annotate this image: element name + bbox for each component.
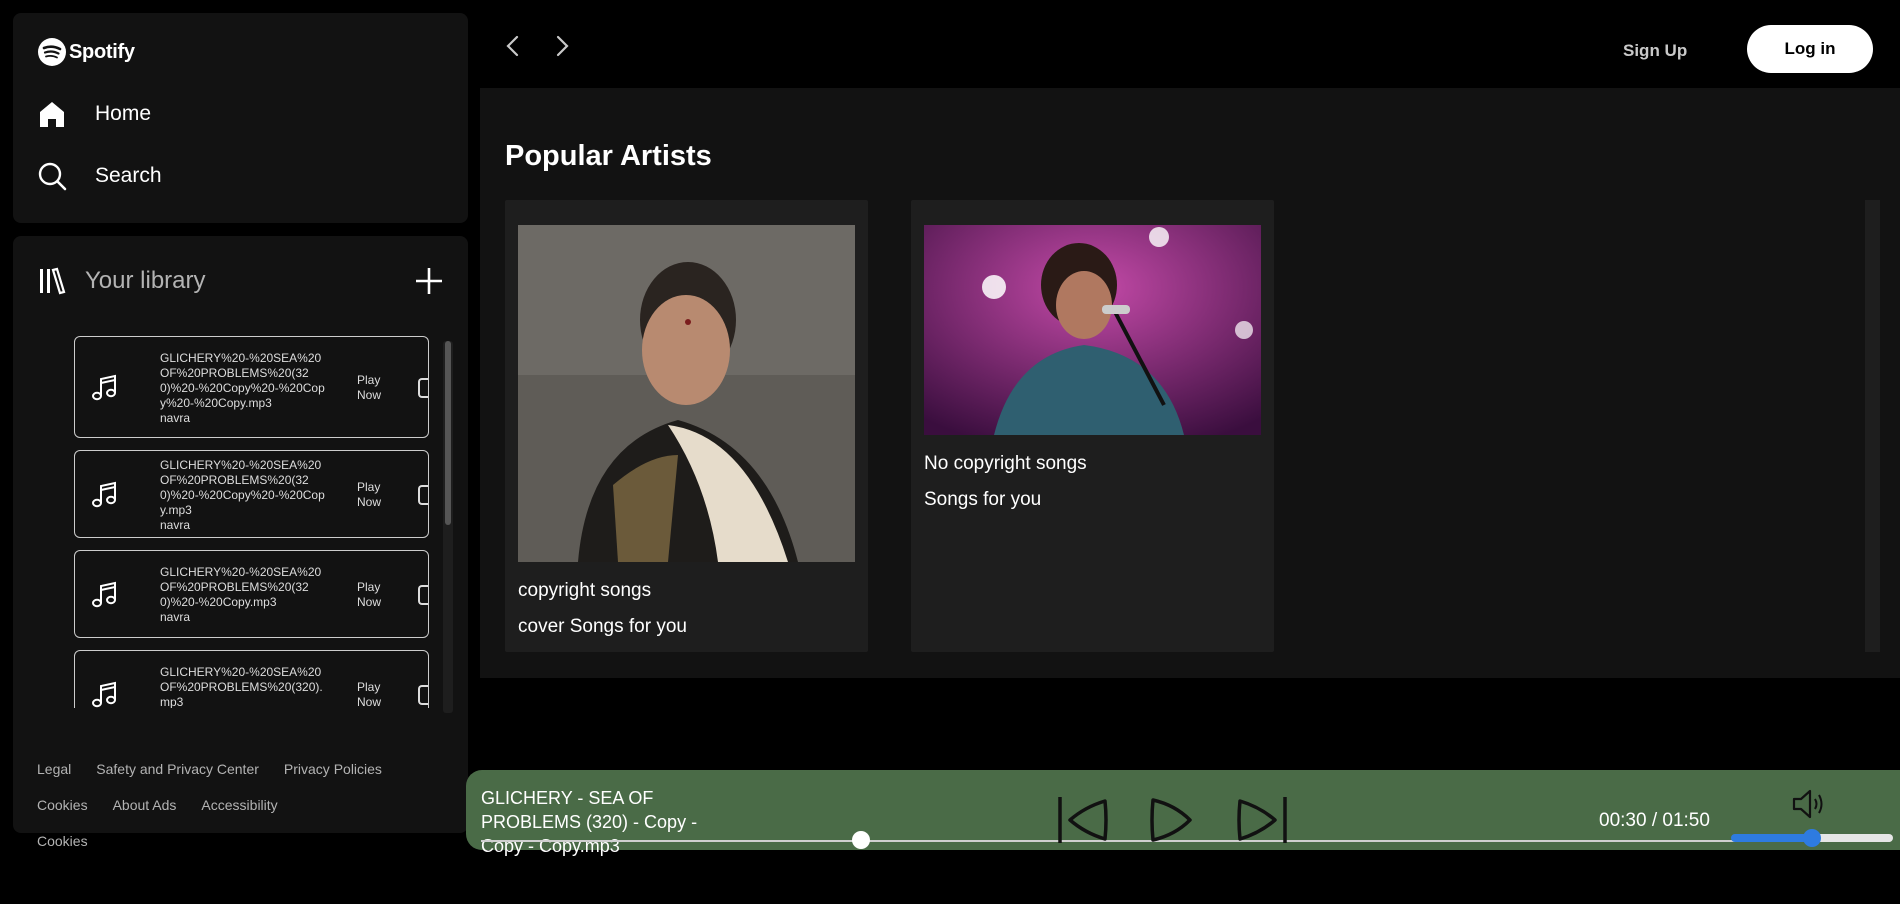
play-now-label[interactable]: Play Now [357,580,389,610]
play-now-label[interactable]: Play Now [357,480,389,510]
play-icon[interactable] [418,485,428,505]
play-icon[interactable] [418,685,428,705]
card-edge [1865,200,1880,652]
search-icon [38,162,67,191]
footer-link-cookies[interactable]: Cookies [37,797,88,813]
music-note-icon [92,481,116,508]
footer-link-legal[interactable]: Legal [37,761,71,777]
footer-link-cookies-2[interactable]: Cookies [37,833,88,849]
library-item-file: GLICHERY%20-%20SEA%20OF%20PROBLEMS%20(32… [160,565,322,609]
card-title: copyright songs [518,580,652,601]
library-item-file: GLICHERY%20-%20SEA%20OF%20PROBLEMS%20(32… [160,665,323,708]
music-note-icon [92,374,116,401]
library-icon [40,267,66,295]
next-icon[interactable] [1234,795,1290,845]
library-item-info: GLICHERY%20-%20SEA%20OF%20PROBLEMS%20(32… [160,458,330,533]
music-note-icon [92,581,116,608]
card-title: No copyright songs [924,453,1087,474]
nav-search-label: Search [95,164,162,187]
nav-search[interactable]: Search [37,161,444,191]
play-now-label[interactable]: Play Now [357,373,389,403]
spotify-icon [38,38,66,66]
play-icon[interactable] [418,378,428,398]
library-item-artist: navra [160,517,191,532]
footer-link-about-ads[interactable]: About Ads [113,797,177,813]
library-item-file: GLICHERY%20-%20SEA%20OF%20PROBLEMS%20(32… [160,350,325,410]
legal-footer: Legal Safety and Privacy Center Privacy … [37,761,382,869]
library-item-info: GLICHERY%20-%20SEA%20OF%20PROBLEMS%20(32… [160,565,330,625]
library-item-artist: navra [160,610,191,624]
playback-time: 00:30 / 01:50 [1599,810,1710,831]
signup-button[interactable]: Sign Up [1623,41,1687,61]
library-list: GLICHERY%20-%20SEA%20OF%20PROBLEMS%20(32… [74,336,444,708]
player-bar: GLICHERY - SEA OF PROBLEMS (320) - Copy … [466,770,1900,856]
library-item-file: GLICHERY%20-%20SEA%20OF%20PROBLEMS%20(32… [160,457,325,517]
library-title[interactable]: Your library [37,266,206,296]
library-panel: Your library GLICHERY%20-%20SEA%20OF%20P… [13,236,468,849]
artist-image [518,225,855,562]
back-arrow-icon[interactable] [502,35,524,57]
library-item[interactable]: GLICHERY%20-%20SEA%20OF%20PROBLEMS%20(32… [74,450,429,538]
brand-name: Spotify [69,40,135,63]
play-icon[interactable] [1145,795,1195,845]
nav-panel: Spotify Home Search [13,13,468,223]
spotify-logo[interactable]: Spotify [37,37,444,67]
library-item-info: GLICHERY%20-%20SEA%20OF%20PROBLEMS%20(32… [160,351,330,426]
library-item[interactable]: GLICHERY%20-%20SEA%20OF%20PROBLEMS%20(32… [74,650,429,708]
previous-icon[interactable] [1055,795,1111,845]
library-item[interactable]: GLICHERY%20-%20SEA%20OF%20PROBLEMS%20(32… [74,336,429,438]
artist-image [924,225,1261,435]
main-content: Popular Artists copyright songs cover So… [480,88,1900,678]
music-note-icon [92,681,116,708]
add-icon[interactable] [414,266,444,296]
artist-card[interactable]: copyright songs cover Songs for you [505,200,868,652]
library-item-info: GLICHERY%20-%20SEA%20OF%20PROBLEMS%20(32… [160,665,330,708]
forward-arrow-icon[interactable] [551,35,573,57]
volume-handle[interactable] [1803,829,1821,847]
footer-link-safety[interactable]: Safety and Privacy Center [96,761,259,777]
left-sidebar: Spotify Home Search Your library GLICHER… [13,13,468,849]
nav-home[interactable]: Home [37,99,444,129]
library-title-label: Your library [85,267,206,294]
play-icon[interactable] [418,585,428,605]
library-scrollbar[interactable] [443,341,453,713]
section-heading: Popular Artists [505,140,712,172]
card-subtitle: cover Songs for you [518,616,687,637]
footer-link-accessibility[interactable]: Accessibility [201,797,277,813]
artist-card[interactable]: No copyright songs Songs for you [911,200,1274,652]
nav-home-label: Home [95,102,152,125]
scrollbar-thumb[interactable] [445,341,451,525]
library-header: Your library [13,236,468,296]
login-button[interactable]: Log in [1747,25,1873,73]
footer-link-privacy[interactable]: Privacy Policies [284,761,382,777]
card-subtitle: Songs for you [924,489,1042,510]
home-icon [40,102,64,127]
play-now-label[interactable]: Play Now [357,680,389,708]
library-item-artist: navra [160,410,191,425]
volume-icon[interactable] [1791,787,1829,821]
now-playing-title: GLICHERY - SEA OF PROBLEMS (320) - Copy … [481,788,698,856]
library-item[interactable]: GLICHERY%20-%20SEA%20OF%20PROBLEMS%20(32… [74,550,429,638]
seek-handle[interactable] [852,831,871,849]
